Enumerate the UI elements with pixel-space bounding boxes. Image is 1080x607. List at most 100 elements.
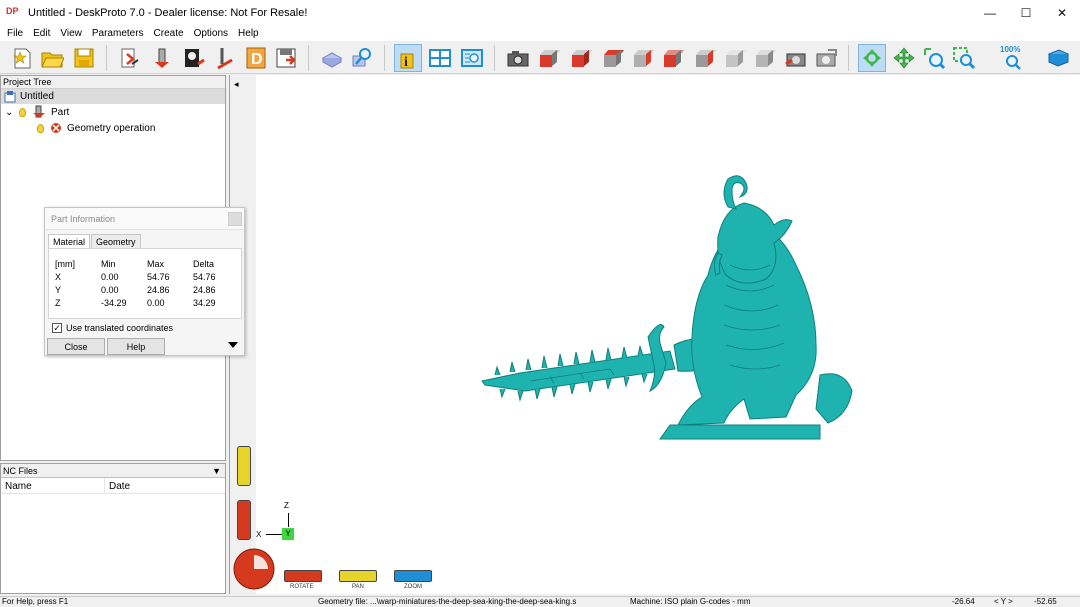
row-min: 0.00 (101, 284, 119, 295)
menu-file[interactable]: File (2, 28, 28, 39)
menu-edit[interactable]: Edit (28, 28, 55, 39)
view-gray-icon[interactable] (750, 44, 778, 72)
menu-bar: File Edit View Parameters Create Options… (0, 25, 1080, 41)
import-part-icon[interactable] (116, 44, 144, 72)
nc-files-panel: NC Files ▼ Name Date (0, 463, 226, 594)
row-delta: 54.76 (193, 271, 216, 282)
svg-text:D: D (251, 51, 263, 68)
minimize-button[interactable]: — (972, 0, 1008, 25)
part-icon (33, 105, 45, 118)
material-icon[interactable] (318, 44, 346, 72)
pan-dial-vertical[interactable] (237, 446, 251, 486)
axis-y-label: Y (282, 528, 294, 540)
close-window-button[interactable]: ✕ (1044, 0, 1080, 25)
preview-icon[interactable] (458, 44, 486, 72)
save-icon[interactable] (70, 44, 98, 72)
camera-icon[interactable] (504, 44, 532, 72)
tree-item-part-label: Part (51, 106, 70, 118)
dimensions-table: [mm] Min Max Delta X 0.00 54.76 54.76 Y … (48, 248, 242, 319)
view-red4-icon[interactable] (658, 44, 686, 72)
axis-z-label: Z (284, 501, 289, 510)
rotate-wheel[interactable] (284, 570, 322, 582)
zoom-tool-icon[interactable] (920, 44, 948, 72)
expand-chevron-icon[interactable]: ⌄ (5, 107, 19, 118)
nc-column-name[interactable]: Name (1, 478, 105, 493)
menu-view[interactable]: View (55, 28, 87, 39)
status-geometry-file: Geometry file: ...\warp-miniatures-the-d… (318, 597, 577, 606)
dialog-close-icon[interactable] (228, 212, 242, 226)
view-red1-icon[interactable] (566, 44, 594, 72)
view-front-icon[interactable] (534, 44, 562, 72)
translated-coordinates-label: Use translated coordinates (66, 323, 174, 333)
drawing-icon[interactable]: D (242, 44, 270, 72)
status-machine: Machine: ISO plain G-codes - mm (630, 597, 751, 606)
tree-item-geometry-label: Geometry operation (67, 122, 156, 134)
menu-create[interactable]: Create (149, 28, 189, 39)
rotate-label: ROTATE (290, 584, 314, 590)
tree-root-label: Untitled (20, 91, 54, 102)
nc-files-dropdown-icon[interactable]: ▼ (212, 466, 221, 476)
menu-parameters[interactable]: Parameters (87, 28, 149, 39)
project-icon (4, 90, 16, 102)
menu-help[interactable]: Help (233, 28, 264, 39)
zoom-wheel[interactable] (394, 570, 432, 582)
row-axis: X (55, 271, 62, 282)
tree-item-geometry[interactable]: Geometry operation (1, 120, 225, 136)
pan-tool-icon[interactable] (890, 44, 918, 72)
menu-options[interactable]: Options (189, 28, 233, 39)
vector-icon[interactable] (212, 44, 240, 72)
header-unit: [mm] (55, 258, 75, 269)
bitmap-icon[interactable] (180, 44, 208, 72)
view-grid-icon[interactable] (812, 44, 840, 72)
app-window: { "window": { "logo_text": "DP", "title"… (0, 0, 1080, 607)
translated-coordinates-option[interactable]: ✓ Use translated coordinates (52, 323, 173, 333)
nc-column-date[interactable]: Date (105, 478, 134, 493)
info-icon[interactable]: i (394, 44, 422, 72)
layout-icon[interactable] (426, 44, 454, 72)
geometry-operation-icon (51, 123, 61, 133)
book-icon[interactable] (1044, 44, 1072, 72)
zoom-window-icon[interactable] (950, 44, 978, 72)
pan-wheel[interactable] (339, 570, 377, 582)
rotate-dial-vertical[interactable] (237, 500, 251, 540)
inspect-icon[interactable] (348, 44, 376, 72)
tree-item-part[interactable]: ⌄ Part (1, 104, 225, 120)
row-axis: Y (55, 284, 62, 295)
expand-dialog-icon[interactable] (228, 342, 238, 348)
status-axis-label: < Y > (994, 597, 1013, 606)
visibility-bulb-icon[interactable] (19, 107, 26, 117)
view-iso-icon[interactable] (720, 44, 748, 72)
window-title: Untitled - DeskProto 7.0 - Dealer licens… (28, 6, 308, 19)
project-tree-header: Project Tree (1, 76, 225, 89)
view-red5-icon[interactable] (690, 44, 718, 72)
open-folder-icon[interactable] (38, 44, 66, 72)
part-parameters-icon[interactable] (148, 44, 176, 72)
view-red3-icon[interactable] (628, 44, 656, 72)
header-min: Min (101, 258, 116, 269)
export-icon[interactable] (272, 44, 300, 72)
header-delta: Delta (193, 258, 215, 269)
rotate-tool-icon[interactable] (858, 44, 886, 72)
view-machine-icon[interactable] (782, 44, 810, 72)
visibility-bulb-icon[interactable] (37, 123, 44, 133)
table-header-row: [mm] Min Max Delta (55, 257, 239, 270)
part-model (481, 175, 853, 440)
help-button[interactable]: Help (107, 338, 165, 355)
3d-viewport[interactable]: ◂ Z X Y (229, 75, 1080, 594)
title-bar: DP Untitled - DeskProto 7.0 - Dealer lic… (0, 0, 1080, 25)
row-max: 54.76 (147, 271, 170, 282)
close-button[interactable]: Close (47, 338, 105, 355)
tree-root-item[interactable]: Untitled (1, 89, 225, 104)
status-coord-x: -26.64 (952, 597, 975, 606)
pan-label: PAN (352, 584, 364, 590)
header-max: Max (147, 258, 165, 269)
rotate-knob-icon[interactable] (232, 547, 276, 591)
translated-coordinates-checkbox[interactable]: ✓ (52, 323, 62, 333)
view-red2-icon[interactable] (598, 44, 626, 72)
app-logo-text: DP (6, 5, 19, 16)
dialog-title: Part Information (45, 208, 244, 230)
maximize-button[interactable]: ☐ (1008, 0, 1044, 25)
table-row: X 0.00 54.76 54.76 (55, 270, 239, 283)
zoom-100-icon[interactable]: 100% (998, 44, 1026, 72)
new-file-icon[interactable] (8, 44, 36, 72)
